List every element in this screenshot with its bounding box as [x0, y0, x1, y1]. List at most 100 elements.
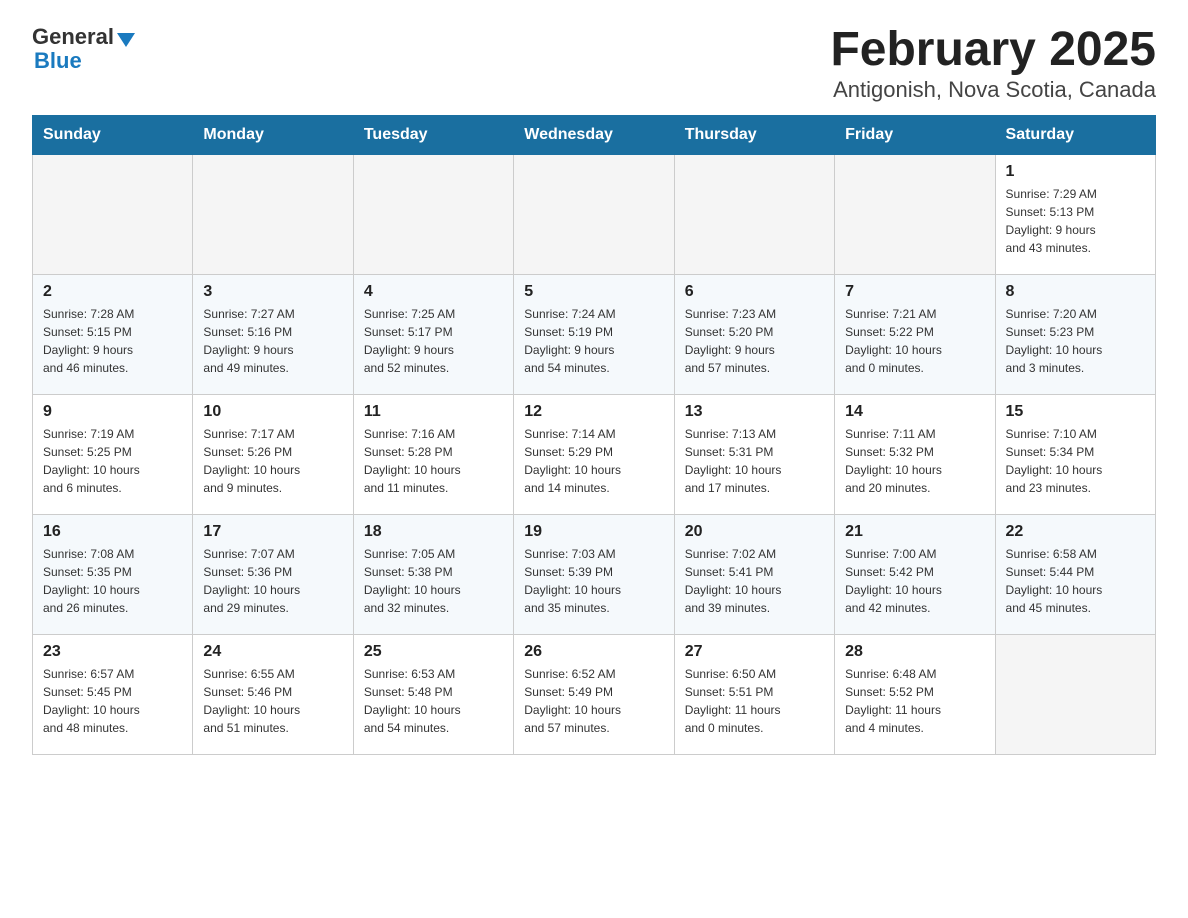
calendar-cell: 7 Sunrise: 7:21 AM Sunset: 5:22 PM Daylig…	[835, 274, 995, 394]
header-thursday: Thursday	[674, 115, 834, 154]
day-info: Sunrise: 7:29 AM Sunset: 5:13 PM Dayligh…	[1006, 185, 1145, 257]
calendar-cell: 28 Sunrise: 6:48 AM Sunset: 5:52 PM Dayli…	[835, 634, 995, 754]
calendar-cell: 5Sunrise: 7:24 AM Sunset: 5:19 PM Daylig…	[514, 274, 674, 394]
day-info: Sunrise: 7:08 AM Sunset: 5:35 PM Dayligh…	[43, 545, 182, 617]
calendar-cell	[514, 154, 674, 274]
day-info: Sunrise: 7:19 AM Sunset: 5:25 PM Dayligh…	[43, 425, 182, 497]
day-info: Sunrise: 7:00 AM Sunset: 5:42 PM Dayligh…	[845, 545, 984, 617]
day-number: 8	[1006, 283, 1145, 301]
day-number: 22	[1006, 523, 1145, 541]
calendar-week-row: 9Sunrise: 7:19 AM Sunset: 5:25 PM Daylig…	[33, 394, 1156, 514]
day-number: 4	[364, 283, 503, 301]
header-friday: Friday	[835, 115, 995, 154]
calendar-table: SundayMondayTuesdayWednesdayThursdayFrid…	[32, 115, 1156, 755]
day-number: 24	[203, 643, 342, 661]
calendar-cell	[193, 154, 353, 274]
calendar-cell: 2 Sunrise: 7:28 AM Sunset: 5:15 PM Daylig…	[33, 274, 193, 394]
day-number: 12	[524, 403, 663, 421]
calendar-header-row: SundayMondayTuesdayWednesdayThursdayFrid…	[33, 115, 1156, 154]
calendar-cell: 15Sunrise: 7:10 AM Sunset: 5:34 PM Dayli…	[995, 394, 1155, 514]
calendar-cell: 10 Sunrise: 7:17 AM Sunset: 5:26 PM Dayli…	[193, 394, 353, 514]
title-block: February 2025 Antigonish, Nova Scotia, C…	[830, 24, 1156, 103]
calendar-cell: 21 Sunrise: 7:00 AM Sunset: 5:42 PM Dayli…	[835, 514, 995, 634]
calendar-cell: 20 Sunrise: 7:02 AM Sunset: 5:41 PM Dayli…	[674, 514, 834, 634]
day-number: 25	[364, 643, 503, 661]
day-info: Sunrise: 6:55 AM Sunset: 5:46 PM Dayligh…	[203, 665, 342, 737]
calendar-title: February 2025	[830, 24, 1156, 77]
logo-general-text: General	[32, 24, 114, 50]
calendar-week-row: 16 Sunrise: 7:08 AM Sunset: 5:35 PM Dayli…	[33, 514, 1156, 634]
day-number: 7	[845, 283, 984, 301]
day-info: Sunrise: 7:16 AM Sunset: 5:28 PM Dayligh…	[364, 425, 503, 497]
day-number: 18	[364, 523, 503, 541]
logo: General Blue	[32, 24, 135, 74]
day-number: 2	[43, 283, 182, 301]
calendar-cell	[33, 154, 193, 274]
day-info: Sunrise: 7:24 AM Sunset: 5:19 PM Dayligh…	[524, 305, 663, 377]
day-info: Sunrise: 7:25 AM Sunset: 5:17 PM Dayligh…	[364, 305, 503, 377]
calendar-week-row: 2 Sunrise: 7:28 AM Sunset: 5:15 PM Daylig…	[33, 274, 1156, 394]
day-number: 11	[364, 403, 503, 421]
day-number: 6	[685, 283, 824, 301]
calendar-week-row: 1 Sunrise: 7:29 AM Sunset: 5:13 PM Daylig…	[33, 154, 1156, 274]
day-info: Sunrise: 7:28 AM Sunset: 5:15 PM Dayligh…	[43, 305, 182, 377]
day-number: 14	[845, 403, 984, 421]
day-number: 16	[43, 523, 182, 541]
day-number: 17	[203, 523, 342, 541]
day-number: 26	[524, 643, 663, 661]
day-info: Sunrise: 6:57 AM Sunset: 5:45 PM Dayligh…	[43, 665, 182, 737]
calendar-cell: 17Sunrise: 7:07 AM Sunset: 5:36 PM Dayli…	[193, 514, 353, 634]
calendar-cell: 1 Sunrise: 7:29 AM Sunset: 5:13 PM Daylig…	[995, 154, 1155, 274]
calendar-cell: 26 Sunrise: 6:52 AM Sunset: 5:49 PM Dayli…	[514, 634, 674, 754]
calendar-cell	[674, 154, 834, 274]
calendar-cell: 22Sunrise: 6:58 AM Sunset: 5:44 PM Dayli…	[995, 514, 1155, 634]
day-number: 27	[685, 643, 824, 661]
calendar-week-row: 23Sunrise: 6:57 AM Sunset: 5:45 PM Dayli…	[33, 634, 1156, 754]
day-number: 10	[203, 403, 342, 421]
logo-blue-text: Blue	[32, 48, 82, 74]
day-info: Sunrise: 6:50 AM Sunset: 5:51 PM Dayligh…	[685, 665, 824, 737]
calendar-cell: 9Sunrise: 7:19 AM Sunset: 5:25 PM Daylig…	[33, 394, 193, 514]
day-info: Sunrise: 7:13 AM Sunset: 5:31 PM Dayligh…	[685, 425, 824, 497]
calendar-subtitle: Antigonish, Nova Scotia, Canada	[830, 77, 1156, 103]
calendar-cell: 23Sunrise: 6:57 AM Sunset: 5:45 PM Dayli…	[33, 634, 193, 754]
calendar-cell	[995, 634, 1155, 754]
day-number: 28	[845, 643, 984, 661]
day-number: 19	[524, 523, 663, 541]
header-wednesday: Wednesday	[514, 115, 674, 154]
calendar-cell: 19 Sunrise: 7:03 AM Sunset: 5:39 PM Dayli…	[514, 514, 674, 634]
day-info: Sunrise: 7:23 AM Sunset: 5:20 PM Dayligh…	[685, 305, 824, 377]
day-number: 20	[685, 523, 824, 541]
day-number: 13	[685, 403, 824, 421]
day-info: Sunrise: 7:14 AM Sunset: 5:29 PM Dayligh…	[524, 425, 663, 497]
header-saturday: Saturday	[995, 115, 1155, 154]
day-number: 15	[1006, 403, 1145, 421]
day-info: Sunrise: 7:11 AM Sunset: 5:32 PM Dayligh…	[845, 425, 984, 497]
day-info: Sunrise: 7:02 AM Sunset: 5:41 PM Dayligh…	[685, 545, 824, 617]
calendar-cell: 4 Sunrise: 7:25 AM Sunset: 5:17 PM Daylig…	[353, 274, 513, 394]
day-info: Sunrise: 7:03 AM Sunset: 5:39 PM Dayligh…	[524, 545, 663, 617]
day-info: Sunrise: 7:27 AM Sunset: 5:16 PM Dayligh…	[203, 305, 342, 377]
calendar-cell: 8 Sunrise: 7:20 AM Sunset: 5:23 PM Daylig…	[995, 274, 1155, 394]
header-monday: Monday	[193, 115, 353, 154]
calendar-cell: 6 Sunrise: 7:23 AM Sunset: 5:20 PM Daylig…	[674, 274, 834, 394]
day-info: Sunrise: 7:21 AM Sunset: 5:22 PM Dayligh…	[845, 305, 984, 377]
day-number: 3	[203, 283, 342, 301]
day-info: Sunrise: 7:17 AM Sunset: 5:26 PM Dayligh…	[203, 425, 342, 497]
calendar-cell: 12 Sunrise: 7:14 AM Sunset: 5:29 PM Dayli…	[514, 394, 674, 514]
day-info: Sunrise: 7:05 AM Sunset: 5:38 PM Dayligh…	[364, 545, 503, 617]
day-info: Sunrise: 6:48 AM Sunset: 5:52 PM Dayligh…	[845, 665, 984, 737]
calendar-cell: 11 Sunrise: 7:16 AM Sunset: 5:28 PM Dayli…	[353, 394, 513, 514]
header-tuesday: Tuesday	[353, 115, 513, 154]
logo-arrow-icon	[117, 33, 135, 47]
calendar-cell: 3 Sunrise: 7:27 AM Sunset: 5:16 PM Daylig…	[193, 274, 353, 394]
day-info: Sunrise: 6:53 AM Sunset: 5:48 PM Dayligh…	[364, 665, 503, 737]
calendar-cell: 13 Sunrise: 7:13 AM Sunset: 5:31 PM Dayli…	[674, 394, 834, 514]
calendar-cell: 25 Sunrise: 6:53 AM Sunset: 5:48 PM Dayli…	[353, 634, 513, 754]
day-info: Sunrise: 6:52 AM Sunset: 5:49 PM Dayligh…	[524, 665, 663, 737]
calendar-cell: 27 Sunrise: 6:50 AM Sunset: 5:51 PM Dayli…	[674, 634, 834, 754]
day-number: 1	[1006, 163, 1145, 181]
day-number: 21	[845, 523, 984, 541]
day-info: Sunrise: 7:20 AM Sunset: 5:23 PM Dayligh…	[1006, 305, 1145, 377]
calendar-cell: 14 Sunrise: 7:11 AM Sunset: 5:32 PM Dayli…	[835, 394, 995, 514]
